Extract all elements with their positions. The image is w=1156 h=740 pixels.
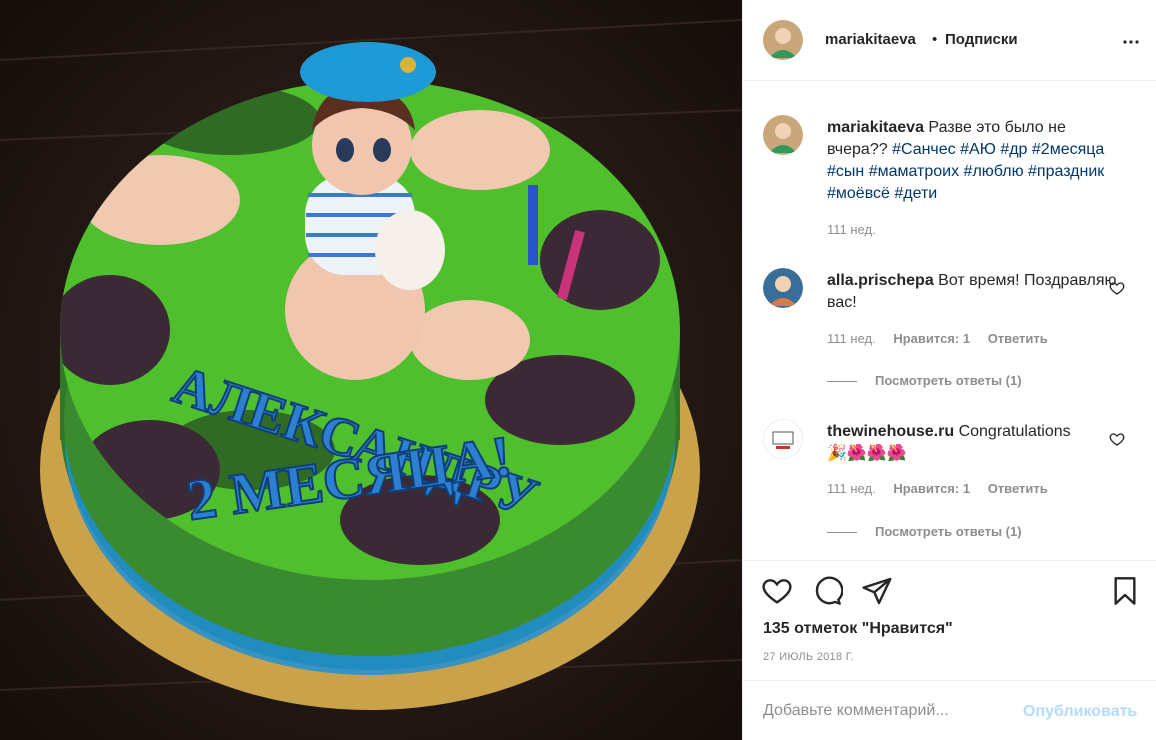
hashtag[interactable]: #люблю: [964, 163, 1024, 180]
divider-line: [827, 532, 857, 534]
view-replies-label: Посмотреть ответы (1): [875, 524, 1022, 539]
post-photo[interactable]: АЛЕКСАНДРУ 2 МЕСЯЦА!: [0, 0, 742, 740]
author-username[interactable]: mariakitaeva: [825, 31, 916, 48]
commenter-avatar[interactable]: [763, 268, 803, 308]
caption-time[interactable]: 111 нед.: [827, 222, 876, 237]
comment-like-heart-icon[interactable]: [1109, 280, 1125, 296]
hashtag[interactable]: #дети: [894, 185, 937, 202]
post-actions: 135 отметок "Нравится" 27 ИЮЛЬ 2018 Г.: [743, 560, 1156, 680]
view-replies-label: Посмотреть ответы (1): [875, 373, 1022, 388]
comment-username[interactable]: thewinehouse.ru: [827, 423, 954, 440]
author-avatar[interactable]: [763, 20, 803, 60]
comment-like-heart-icon[interactable]: [1109, 431, 1125, 447]
hashtag[interactable]: #2месяца: [1032, 141, 1104, 158]
caption-text: mariakitaeva Разве это было не вчера?? #…: [827, 117, 1127, 205]
share-icon[interactable]: [861, 575, 893, 607]
reply-button[interactable]: Ответить: [988, 481, 1048, 496]
more-horizontal-icon[interactable]: [1119, 30, 1143, 54]
post-details-panel: mariakitaeva • Подписки mariakitaeva Раз…: [742, 0, 1156, 740]
post-header: mariakitaeva • Подписки: [743, 0, 1156, 81]
commenter-avatar[interactable]: [763, 419, 803, 459]
comment-icon[interactable]: [811, 575, 844, 607]
hashtag[interactable]: #праздник: [1028, 163, 1104, 180]
hashtag[interactable]: #моёвсё: [827, 185, 890, 202]
publish-button[interactable]: Опубликовать: [1023, 703, 1137, 721]
comment-input[interactable]: [763, 699, 1023, 723]
hashtag[interactable]: #АЮ: [960, 141, 996, 158]
comment-body: Congratulations: [958, 423, 1071, 440]
hashtag[interactable]: #Санчес: [892, 141, 956, 158]
view-replies-button[interactable]: Посмотреть ответы (1): [827, 524, 1022, 539]
comment-text: thewinehouse.ru Congratulations 🎉🌺🌺🌺: [827, 421, 1127, 465]
separator-dot: •: [932, 31, 938, 48]
add-comment-form: Опубликовать: [743, 680, 1156, 740]
comment-meta: 111 нед. Нравится: 1 Ответить: [827, 331, 1048, 346]
caption-avatar[interactable]: [763, 115, 803, 155]
comment-emoji: 🎉🌺🌺🌺: [827, 445, 907, 462]
view-replies-button[interactable]: Посмотреть ответы (1): [827, 373, 1022, 388]
comment-likes-count[interactable]: Нравится: 1: [893, 331, 970, 346]
comment-meta: 111 нед. Нравится: 1 Ответить: [827, 481, 1048, 496]
caption-username[interactable]: mariakitaeva: [827, 119, 924, 136]
following-button[interactable]: Подписки: [945, 31, 1018, 48]
reply-button[interactable]: Ответить: [988, 331, 1048, 346]
post-date[interactable]: 27 ИЮЛЬ 2018 Г.: [763, 651, 854, 663]
comment-text: alla.prischepa Вот время! Поздравляю вас…: [827, 270, 1127, 314]
comment-time[interactable]: 111 нед.: [827, 331, 876, 346]
divider-line: [827, 381, 857, 383]
hashtag[interactable]: #др: [1000, 141, 1027, 158]
cake-photo: АЛЕКСАНДРУ 2 МЕСЯЦА!: [0, 0, 742, 740]
likes-count[interactable]: 135 отметок "Нравится": [763, 620, 953, 638]
bookmark-icon[interactable]: [1109, 575, 1141, 607]
hashtag[interactable]: #сын: [827, 163, 864, 180]
comment-time[interactable]: 111 нед.: [827, 481, 876, 496]
hashtag[interactable]: #маматроих: [869, 163, 959, 180]
comment-likes-count[interactable]: Нравится: 1: [893, 481, 970, 496]
comment-username[interactable]: alla.prischepa: [827, 272, 934, 289]
heart-icon[interactable]: [761, 575, 793, 607]
